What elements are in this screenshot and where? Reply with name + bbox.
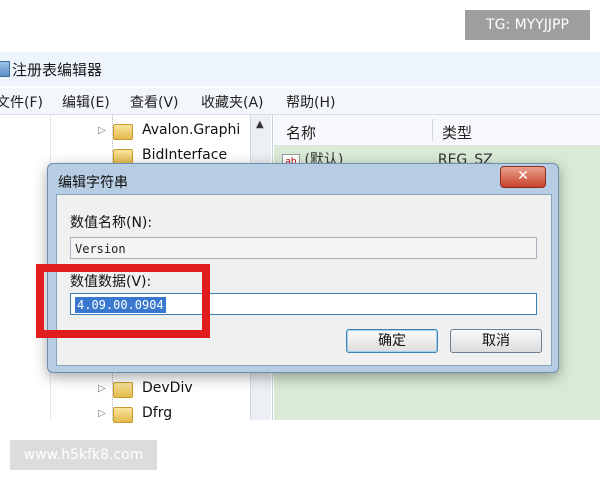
close-button[interactable]: ✕ xyxy=(500,166,546,188)
window-title-bar: 注册表编辑器 xyxy=(0,52,600,86)
red-highlight-box xyxy=(36,264,210,338)
window-title: 注册表编辑器 xyxy=(12,61,103,79)
menu-help[interactable]: 帮助(H) xyxy=(286,92,335,112)
folder-icon xyxy=(113,382,133,398)
folder-icon xyxy=(113,407,133,423)
menu-view[interactable]: 查看(V) xyxy=(130,92,179,112)
menu-edit[interactable]: 编辑(E) xyxy=(62,92,110,112)
values-header: 名称 类型 xyxy=(274,115,600,146)
menu-bar: 文件(F) 编辑(E) 查看(V) 收藏夹(A) 帮助(H) xyxy=(0,88,600,115)
menu-favorites[interactable]: 收藏夹(A) xyxy=(201,92,264,112)
ok-button[interactable]: 确定 xyxy=(346,329,438,353)
column-header-name[interactable]: 名称 xyxy=(286,122,316,143)
column-header-type[interactable]: 类型 xyxy=(442,122,472,143)
registry-editor-icon xyxy=(0,61,10,77)
expand-arrow-icon[interactable]: ▷ xyxy=(98,408,106,419)
menu-file[interactable]: 文件(F) xyxy=(0,92,43,112)
watermark-top: TG: MYYJJPP xyxy=(465,10,590,40)
cancel-button[interactable]: 取消 xyxy=(450,329,542,353)
dialog-title: 编辑字符串 xyxy=(58,175,128,191)
scroll-up-arrow-icon[interactable]: ▲ xyxy=(256,119,264,130)
column-separator[interactable] xyxy=(432,119,433,141)
watermark-bottom: www.h5kfk8.com xyxy=(10,440,157,470)
expand-arrow-icon[interactable]: ▷ xyxy=(98,125,106,136)
value-name-field[interactable]: Version xyxy=(70,237,537,259)
value-name-label: 数值名称(N): xyxy=(70,215,153,231)
expand-arrow-icon[interactable]: ▷ xyxy=(98,383,106,394)
folder-icon xyxy=(113,124,133,140)
